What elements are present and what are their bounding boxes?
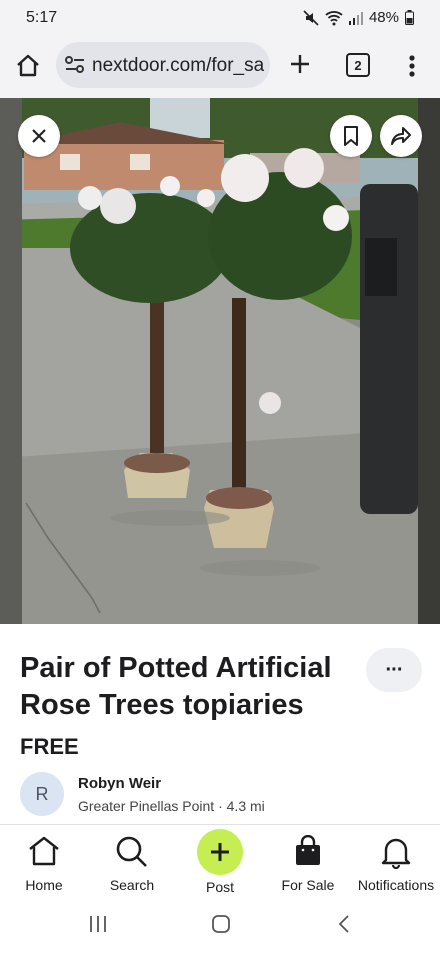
bookmark-button[interactable] xyxy=(330,115,372,157)
share-button[interactable] xyxy=(380,115,422,157)
recent-apps-icon xyxy=(90,916,106,932)
recent-apps-button[interactable] xyxy=(88,914,108,939)
close-icon xyxy=(32,129,46,143)
browser-menu-button[interactable] xyxy=(402,52,422,80)
close-button[interactable] xyxy=(18,115,60,157)
home-nav-button[interactable] xyxy=(211,914,231,939)
listing-price: FREE xyxy=(20,734,79,759)
battery-level: 48% xyxy=(368,9,399,26)
bookmark-icon xyxy=(344,126,358,146)
seller-name[interactable]: Robyn Weir xyxy=(78,775,161,792)
listing-card: Pair of Potted Artificial Rose Trees top… xyxy=(0,624,440,824)
system-navigation-bar xyxy=(0,900,440,953)
plus-icon xyxy=(211,843,229,861)
tab-for-sale-label: For Sale xyxy=(281,877,335,893)
tabs-button[interactable]: 2 xyxy=(346,53,370,77)
shopping-bag-icon xyxy=(296,835,320,865)
meta-separator: · xyxy=(218,798,223,814)
rose-topiaries-photo xyxy=(0,98,440,624)
address-bar[interactable]: nextdoor.com/for_sale xyxy=(56,42,270,88)
battery-icon xyxy=(405,10,414,25)
browser-toolbar: nextdoor.com/for_sale 2 xyxy=(0,36,440,98)
home-icon xyxy=(17,54,39,77)
back-button[interactable] xyxy=(336,914,352,939)
tabs-count: 2 xyxy=(354,57,362,73)
avatar-initial: R xyxy=(35,783,49,804)
house-icon xyxy=(29,836,59,866)
listing-photo[interactable] xyxy=(0,98,440,624)
status-time: 5:17 xyxy=(26,9,58,26)
home-circle-icon xyxy=(212,915,230,933)
more-horizontal-icon: ··· xyxy=(385,658,404,681)
back-icon xyxy=(338,915,349,933)
tab-search[interactable]: Search xyxy=(92,825,172,901)
tab-post[interactable]: Post xyxy=(180,825,260,901)
tune-icon xyxy=(65,56,84,73)
seller-location: Greater Pinellas Point · 4.3 mi xyxy=(78,798,265,814)
status-bar: 5:17 48% xyxy=(0,0,440,36)
browser-home-button[interactable] xyxy=(14,52,42,80)
post-button-circle xyxy=(197,829,243,875)
seller-distance: 4.3 mi xyxy=(226,798,265,814)
tab-home[interactable]: Home xyxy=(4,825,84,901)
more-options-button[interactable]: ··· xyxy=(366,648,422,692)
tab-post-label: Post xyxy=(205,879,234,895)
seller-neighborhood: Greater Pinellas Point xyxy=(78,798,215,814)
tab-notifications-label: Notifications xyxy=(357,877,435,893)
url-text: nextdoor.com/for_sale xyxy=(92,55,264,76)
search-icon xyxy=(116,836,147,867)
more-vertical-icon xyxy=(409,55,415,77)
wifi-icon xyxy=(325,10,343,26)
tab-search-label: Search xyxy=(109,877,155,893)
bottom-tab-bar: Home Search Post For Sale Notifications xyxy=(0,824,440,901)
listing-title: Pair of Potted Artificial Rose Trees top… xyxy=(20,652,332,721)
signal-icon xyxy=(348,11,363,25)
tab-home-label: Home xyxy=(25,877,63,893)
plus-icon xyxy=(291,55,309,73)
new-tab-button[interactable] xyxy=(288,52,312,76)
tab-for-sale[interactable]: For Sale xyxy=(268,825,348,901)
status-indicators: 48% xyxy=(303,9,414,26)
avatar[interactable]: R xyxy=(20,772,64,816)
mute-icon xyxy=(303,9,319,26)
bell-icon xyxy=(381,838,411,869)
tab-notifications[interactable]: Notifications xyxy=(352,825,440,901)
share-icon xyxy=(391,127,411,145)
